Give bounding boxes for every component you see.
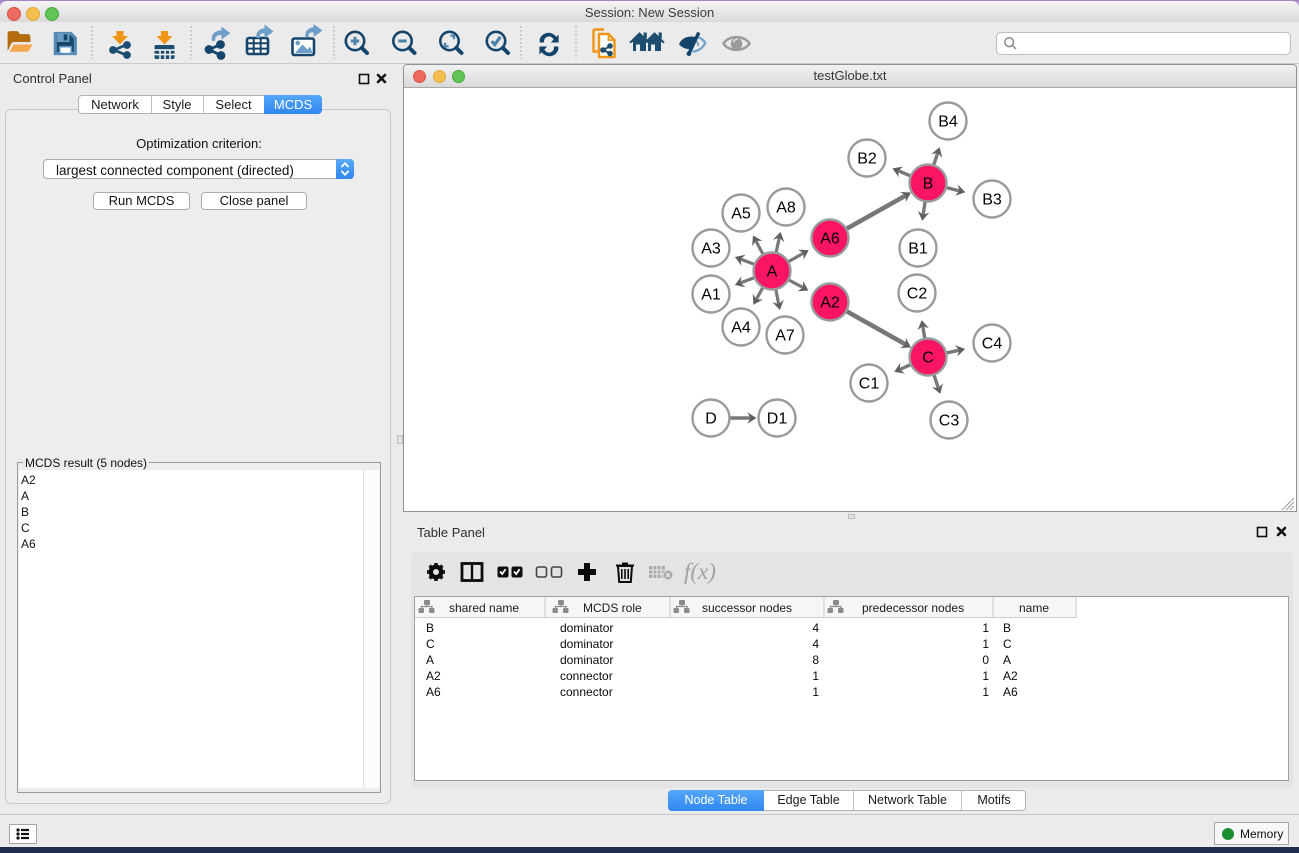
svg-text:predecessor nodes: predecessor nodes — [862, 601, 964, 615]
svg-text:A3: A3 — [701, 241, 721, 258]
svg-text:A6: A6 — [820, 231, 840, 248]
svg-text:A1: A1 — [701, 287, 721, 304]
svg-text:MCDS role: MCDS role — [583, 601, 642, 615]
svg-text:D1: D1 — [767, 411, 788, 428]
svg-text:C3: C3 — [939, 413, 960, 430]
svg-text:A: A — [767, 264, 778, 281]
svg-text:shared name: shared name — [449, 601, 519, 615]
svg-text:A8: A8 — [776, 200, 796, 217]
svg-text:B4: B4 — [938, 114, 958, 131]
svg-text:A5: A5 — [731, 206, 751, 223]
svg-text:B2: B2 — [857, 151, 877, 168]
svg-text:C: C — [922, 350, 934, 367]
svg-text:A2: A2 — [820, 295, 840, 312]
svg-text:A4: A4 — [731, 320, 751, 337]
svg-text:C1: C1 — [859, 376, 880, 393]
svg-text:C2: C2 — [907, 286, 928, 303]
svg-text:B1: B1 — [908, 241, 928, 258]
svg-text:A7: A7 — [775, 328, 795, 345]
svg-text:B: B — [923, 176, 934, 193]
svg-text:successor nodes: successor nodes — [702, 601, 792, 615]
svg-text:D: D — [705, 411, 717, 428]
svg-text:C4: C4 — [982, 336, 1003, 353]
svg-text:f(x): f(x) — [684, 559, 716, 584]
svg-text:B3: B3 — [982, 192, 1002, 209]
svg-text:name: name — [1019, 601, 1049, 615]
